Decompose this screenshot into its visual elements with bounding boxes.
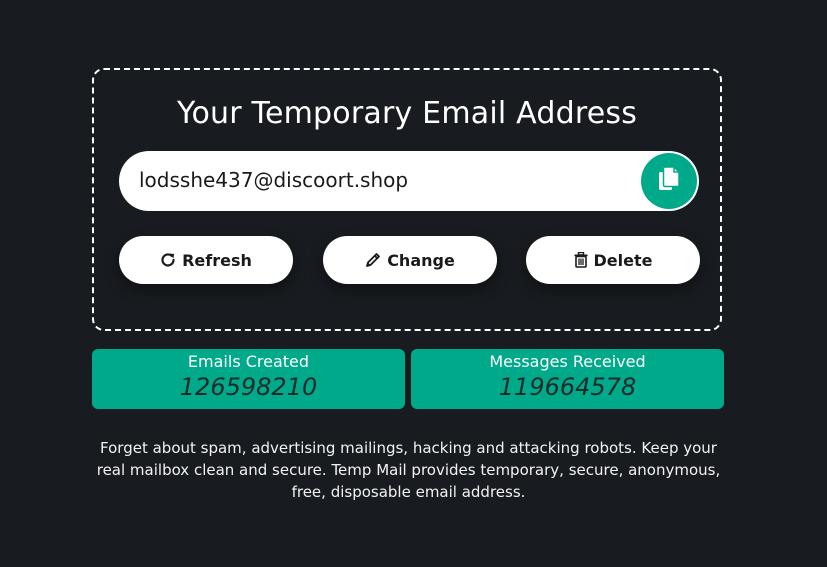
email-address-value[interactable]: lodsshe437@discoort.shop	[139, 168, 408, 192]
change-label: Change	[387, 250, 455, 270]
messages-received-label: Messages Received	[489, 352, 646, 371]
delete-label: Delete	[593, 250, 653, 270]
refresh-label: Refresh	[182, 250, 252, 270]
delete-button[interactable]: Delete	[526, 236, 700, 284]
emails-created-label: Emails Created	[187, 352, 310, 371]
description-text: Forget about spam, advertising mailings,…	[96, 439, 721, 501]
emails-created-value: 126598210	[179, 373, 318, 401]
page-title: Your Temporary Email Address	[176, 96, 638, 131]
messages-received-stat: Messages Received 119664578	[411, 349, 724, 409]
email-address-field[interactable]: lodsshe437@discoort.shop	[119, 151, 699, 211]
copy-button[interactable]	[641, 153, 697, 209]
copy-icon	[658, 166, 680, 196]
refresh-button[interactable]: Refresh	[119, 236, 293, 284]
pencil-icon	[365, 252, 381, 268]
change-button[interactable]: Change	[323, 236, 497, 284]
messages-received-value: 119664578	[498, 373, 637, 401]
temp-email-card: Your Temporary Email Address lodsshe437@…	[92, 68, 722, 331]
emails-created-stat: Emails Created 126598210	[92, 349, 405, 409]
refresh-icon	[160, 252, 176, 268]
trash-icon	[574, 252, 588, 268]
